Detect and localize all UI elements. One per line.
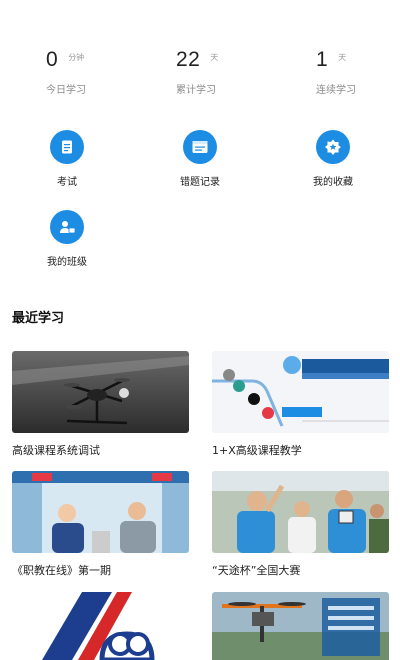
error-record-label: 错题记录 (180, 177, 220, 188)
course-title: 高级课程系统调试 (12, 444, 100, 457)
course-title: 《职教在线》第一期 (12, 564, 111, 577)
class-icon (50, 210, 84, 244)
course-card[interactable]: 高级课程系统调试 (12, 351, 189, 458)
stat-unit: 分钟 (68, 53, 85, 62)
quick-actions: 考试 错题记录 我的收藏 我的班级 (0, 130, 400, 280)
section-title-recent: 最近学习 (12, 311, 65, 326)
course-thumbnail (212, 471, 389, 553)
favorites-button[interactable]: 我的收藏 (283, 130, 383, 188)
stat-streak: 1天 连续学习 (316, 48, 400, 96)
course-thumbnail (212, 351, 389, 433)
course-thumbnail (12, 592, 189, 660)
exam-button[interactable]: 考试 (17, 130, 117, 188)
favorites-label: 我的收藏 (313, 177, 353, 188)
class-button[interactable]: 我的班级 (17, 210, 117, 268)
course-card[interactable]: 1+X高级课程教学 (212, 351, 389, 458)
error-record-button[interactable]: 错题记录 (150, 130, 250, 188)
course-thumbnail (12, 351, 189, 433)
course-card[interactable]: 《职教在线》第一期 (12, 471, 189, 578)
course-title: 1+X高级课程教学 (212, 444, 302, 457)
course-card[interactable]: “天途杯”全国大赛 (212, 471, 389, 578)
stat-today: 0 分钟 今日学习 (46, 48, 156, 96)
course-title: “天途杯”全国大赛 (212, 564, 301, 577)
stat-value: 0 (46, 48, 59, 71)
course-card[interactable] (12, 592, 189, 660)
stats-row: 0 分钟 今日学习 22 天 累计学习 1天 连续学习 (0, 48, 400, 108)
exam-icon (50, 130, 84, 164)
error-record-icon (183, 130, 217, 164)
course-card[interactable] (212, 592, 389, 660)
stat-unit: 天 (338, 53, 347, 62)
course-thumbnail (12, 471, 189, 553)
stat-label: 今日学习 (46, 85, 86, 96)
exam-label: 考试 (57, 177, 77, 188)
stat-label: 连续学习 (316, 85, 356, 96)
stat-unit: 天 (210, 53, 219, 62)
stat-label: 累计学习 (176, 85, 216, 96)
class-label: 我的班级 (47, 257, 87, 268)
stat-value: 1 (316, 48, 329, 71)
stat-total: 22 天 累计学习 (176, 48, 286, 96)
favorites-icon (316, 130, 350, 164)
stat-value: 22 (176, 48, 201, 71)
course-thumbnail (212, 592, 389, 660)
